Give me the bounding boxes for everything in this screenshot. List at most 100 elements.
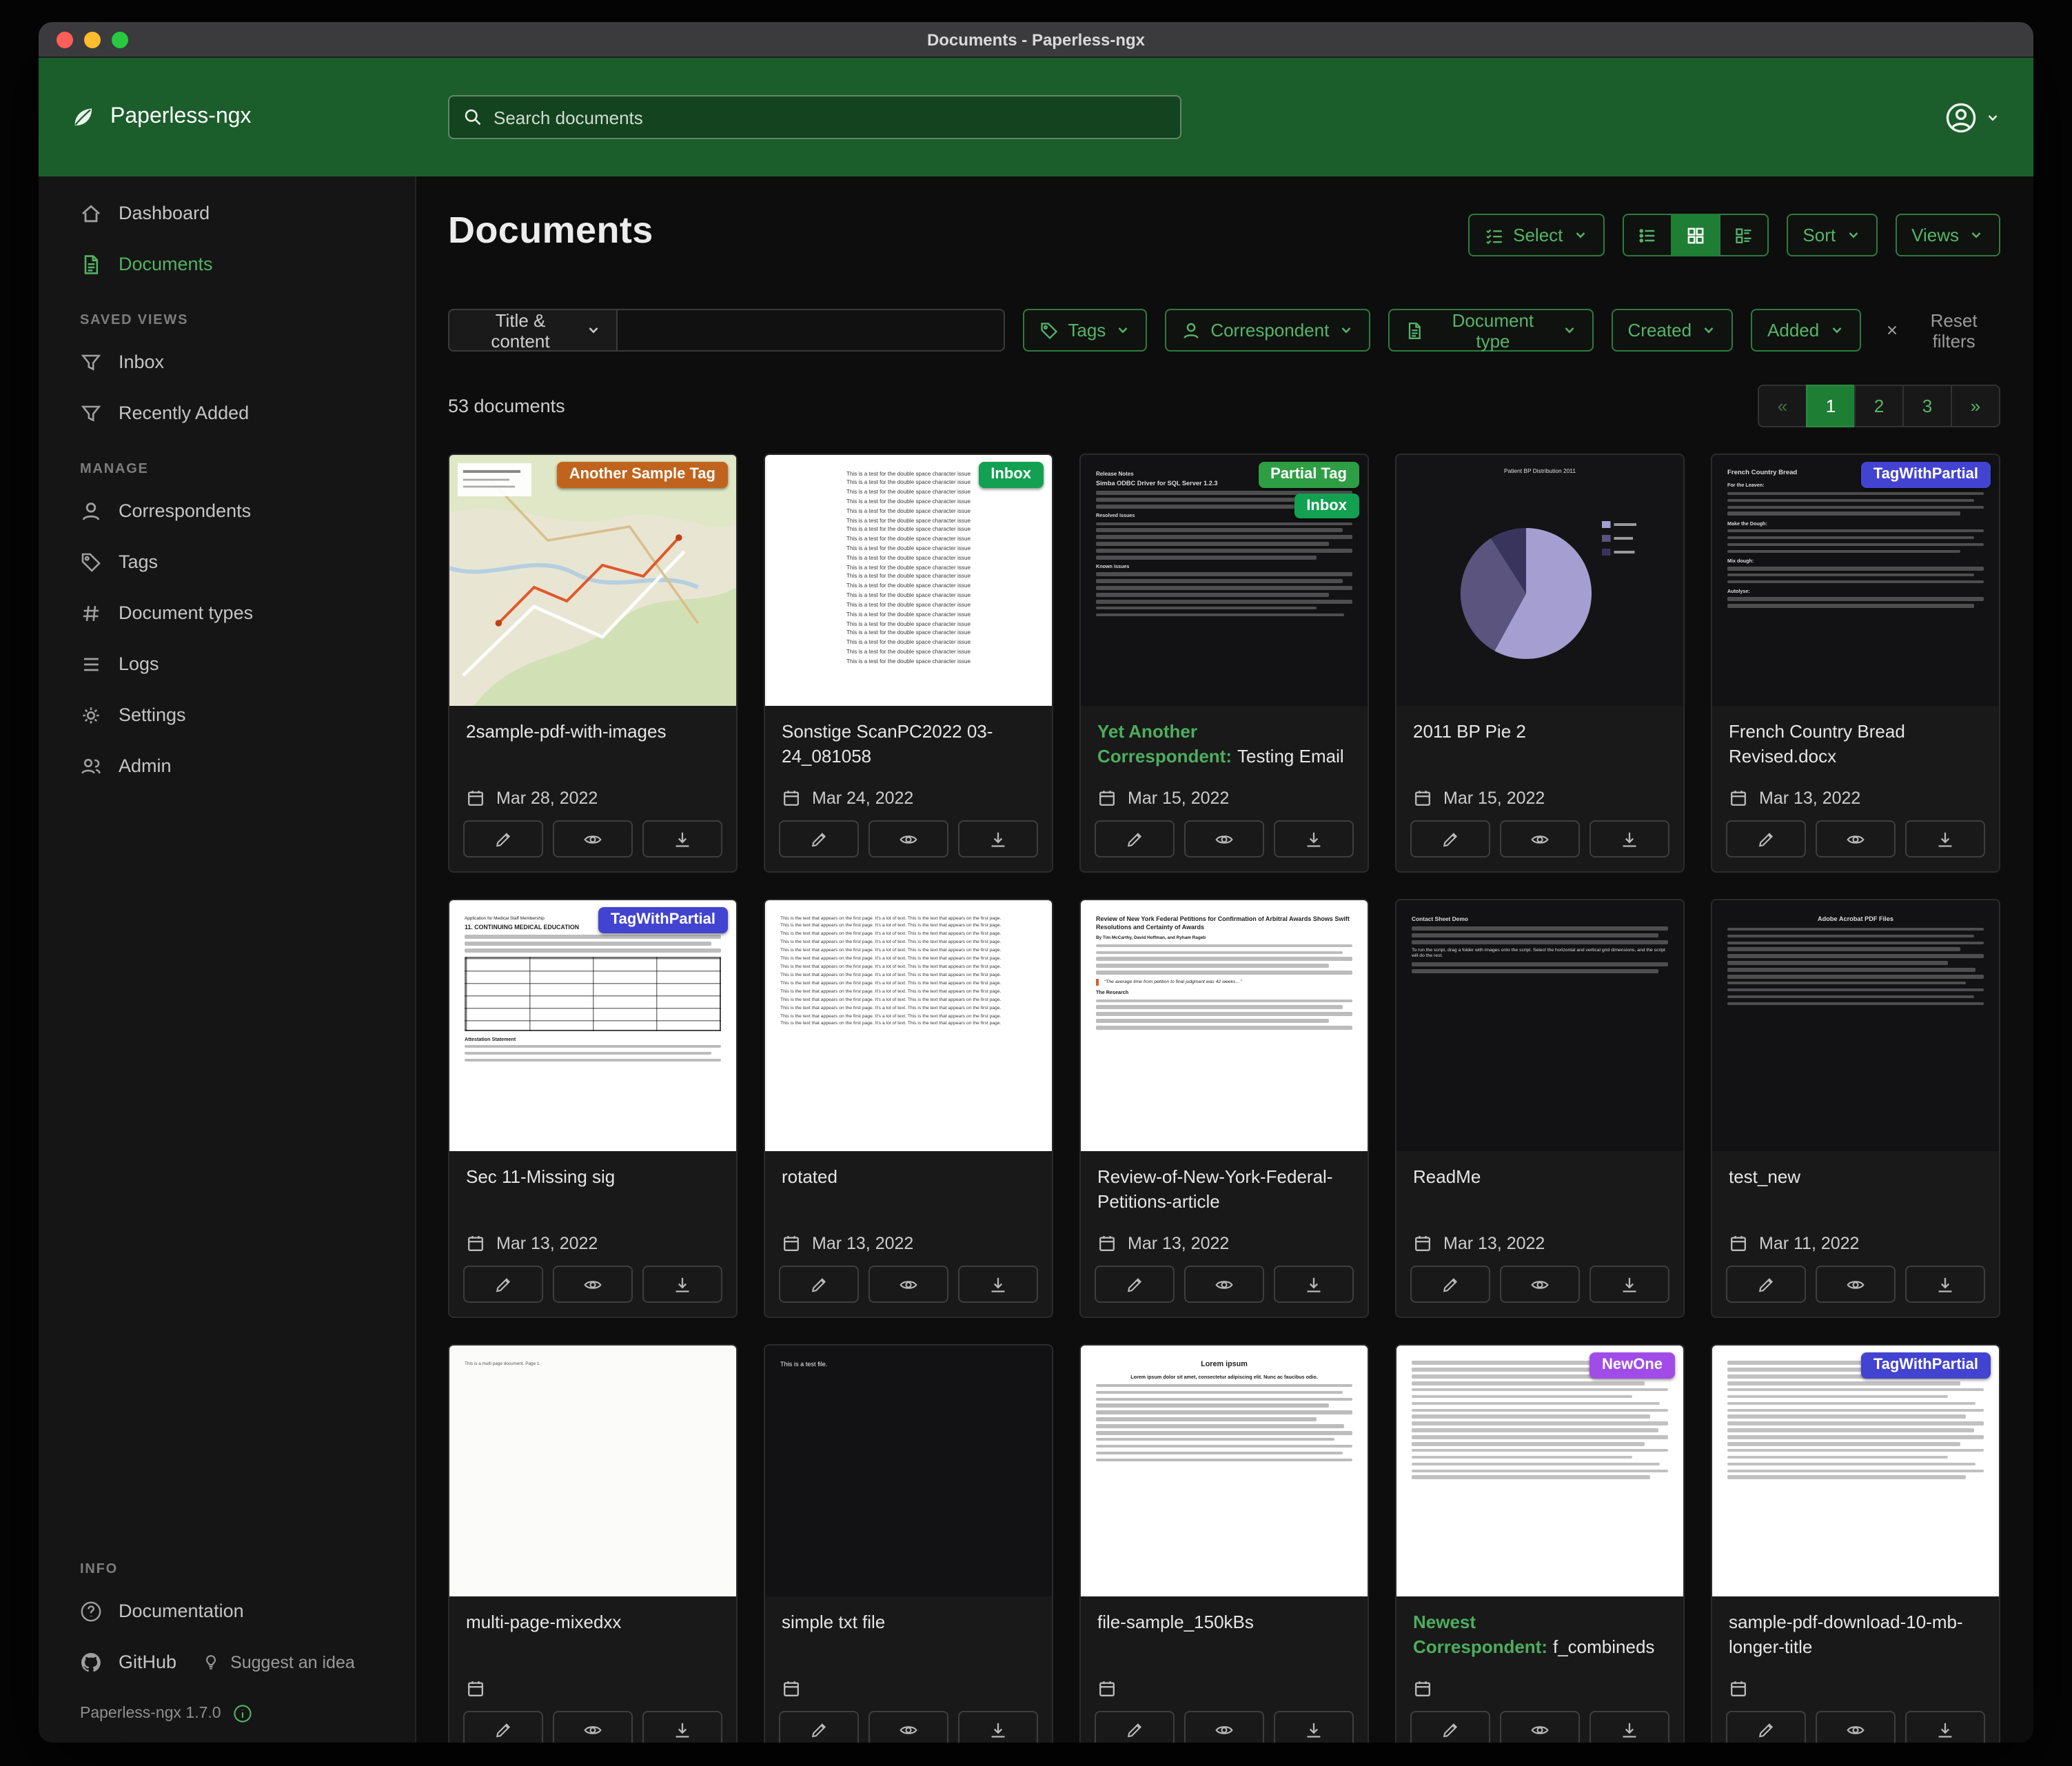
tag-badge[interactable]: Inbox [1294, 493, 1359, 518]
views-button[interactable]: Views [1895, 214, 2000, 256]
card-thumbnail[interactable]: NewOne [1396, 1346, 1683, 1596]
document-card[interactable]: Patient BP Distribution 2011 2011 BP Pie… [1395, 454, 1685, 873]
brand[interactable]: Paperless-ngx [39, 103, 448, 131]
view-document-button[interactable] [553, 1711, 633, 1743]
download-document-button[interactable] [1589, 1711, 1669, 1743]
document-title[interactable]: multi-page-mixedxx [466, 1610, 720, 1661]
card-thumbnail[interactable]: This is the text that appears on the fir… [765, 900, 1052, 1151]
download-document-button[interactable] [958, 1711, 1038, 1743]
document-title[interactable]: Sec 11-Missing sig [466, 1165, 720, 1216]
card-thumbnail[interactable]: This is a test file. [765, 1346, 1052, 1596]
view-document-button[interactable] [869, 1266, 948, 1303]
card-thumbnail[interactable]: Lorem ipsumLorem ipsum dolor sit amet, c… [1081, 1346, 1368, 1596]
sidebar-item-recently-added[interactable]: Recently Added [39, 387, 415, 438]
view-document-button[interactable] [1500, 1266, 1580, 1303]
view-document-button[interactable] [869, 820, 948, 857]
document-card[interactable]: Contact Sheet DemoTo run the script, dra… [1395, 899, 1685, 1318]
download-document-button[interactable] [1274, 1266, 1354, 1303]
download-document-button[interactable] [958, 820, 1038, 857]
document-title[interactable]: rotated [782, 1165, 1035, 1216]
document-title[interactable]: Newest Correspondent:f_combineds [1413, 1610, 1667, 1661]
edit-document-button[interactable] [1095, 1711, 1175, 1743]
tag-badge[interactable]: Another Sample Tag [557, 462, 728, 487]
created-filter-button[interactable]: Created [1612, 309, 1734, 352]
edit-document-button[interactable] [1095, 1266, 1175, 1303]
document-title[interactable]: French Country Bread Revised.docx [1729, 720, 1982, 771]
tag-badge[interactable]: Inbox [978, 462, 1044, 487]
view-document-button[interactable] [553, 820, 633, 857]
user-menu[interactable] [1945, 101, 2033, 133]
added-filter-button[interactable]: Added [1751, 309, 1860, 352]
tag-badge[interactable]: TagWithPartial [1861, 462, 1991, 487]
document-type-filter-button[interactable]: Document type [1388, 309, 1593, 352]
sidebar-item-correspondents[interactable]: Correspondents [39, 485, 415, 536]
edit-document-button[interactable] [463, 1266, 543, 1303]
edit-document-button[interactable] [1726, 820, 1806, 857]
download-document-button[interactable] [1905, 820, 1985, 857]
download-document-button[interactable] [1589, 820, 1669, 857]
sidebar-item-logs[interactable]: Logs [39, 638, 415, 689]
view-document-button[interactable] [1500, 820, 1580, 857]
card-thumbnail[interactable]: This is a test for the double space char… [765, 455, 1052, 706]
edit-document-button[interactable] [463, 1711, 543, 1743]
minimize-window-button[interactable] [84, 31, 101, 48]
correspondent-filter-button[interactable]: Correspondent [1165, 309, 1370, 352]
edit-document-button[interactable] [779, 820, 859, 857]
close-window-button[interactable] [57, 31, 73, 48]
edit-document-button[interactable] [779, 1266, 859, 1303]
document-card[interactable]: This is a multi page document. Page 1. m… [448, 1344, 738, 1743]
document-title[interactable]: 2011 BP Pie 2 [1413, 720, 1667, 771]
sidebar-item-github[interactable]: GitHub [39, 1636, 176, 1687]
download-document-button[interactable] [1589, 1266, 1669, 1303]
sidebar-item-settings[interactable]: Settings [39, 689, 415, 740]
pagination-page-2[interactable]: 2 [1854, 385, 1904, 427]
document-card[interactable]: French Country BreadFor the Leaven:Make … [1711, 454, 2000, 873]
suggest-idea-link[interactable]: Suggest an idea [201, 1652, 355, 1672]
tags-filter-button[interactable]: Tags [1022, 309, 1147, 352]
document-card[interactable]: This is a test for the double space char… [764, 454, 1053, 873]
document-title[interactable]: Yet Another Correspondent:Testing Email [1097, 720, 1351, 771]
sidebar-item-tags[interactable]: Tags [39, 536, 415, 587]
sidebar-item-admin[interactable]: Admin [39, 740, 415, 791]
info-icon[interactable] [234, 1704, 253, 1723]
pagination-page-1[interactable]: 1 [1806, 385, 1856, 427]
document-title[interactable]: Review-of-New-York-Federal-Petitions-art… [1097, 1165, 1351, 1216]
document-title[interactable]: sample-pdf-download-10-mb-longer-title [1729, 1610, 1982, 1661]
document-card[interactable]: Another Sample Tag 2sample-pdf-with-imag… [448, 454, 738, 873]
document-title[interactable]: file-sample_150kBs [1097, 1610, 1351, 1661]
document-card[interactable]: This is the text that appears on the fir… [764, 899, 1053, 1318]
view-document-button[interactable] [1816, 820, 1896, 857]
pagination-next[interactable]: » [1951, 385, 2000, 427]
tag-badge[interactable]: Partial Tag [1258, 462, 1359, 487]
download-document-button[interactable] [642, 1711, 722, 1743]
card-thumbnail[interactable]: Another Sample Tag [449, 455, 736, 706]
document-title[interactable]: ReadMe [1413, 1165, 1667, 1216]
view-details-button[interactable] [1718, 214, 1768, 256]
edit-document-button[interactable] [1410, 1266, 1490, 1303]
document-correspondent[interactable]: Newest Correspondent: [1413, 1612, 1547, 1656]
search-input[interactable] [494, 107, 1166, 128]
download-document-button[interactable] [1274, 1711, 1354, 1743]
download-document-button[interactable] [1274, 820, 1354, 857]
document-correspondent[interactable]: Yet Another Correspondent: [1097, 721, 1232, 766]
pagination-prev[interactable]: « [1758, 385, 1807, 427]
card-thumbnail[interactable]: Release NotesSimba ODBC Driver for SQL S… [1081, 455, 1368, 706]
sidebar-item-documentation[interactable]: Documentation [39, 1585, 415, 1636]
view-grid-button[interactable] [1670, 214, 1720, 256]
document-title[interactable]: Sonstige ScanPC2022 03-24_081058 [782, 720, 1035, 771]
title-content-input[interactable] [616, 309, 1004, 352]
view-document-button[interactable] [1184, 1711, 1264, 1743]
card-thumbnail[interactable]: Review of New York Federal Petitions for… [1081, 900, 1368, 1151]
edit-document-button[interactable] [1726, 1266, 1806, 1303]
download-document-button[interactable] [642, 1266, 722, 1303]
view-list-button[interactable] [1622, 214, 1672, 256]
reset-filters-button[interactable]: Reset filters [1884, 309, 2000, 351]
sidebar-item-inbox[interactable]: Inbox [39, 336, 415, 387]
card-thumbnail[interactable]: This is a multi page document. Page 1. [449, 1346, 736, 1596]
tag-badge[interactable]: NewOne [1589, 1352, 1675, 1378]
card-thumbnail[interactable]: Contact Sheet DemoTo run the script, dra… [1396, 900, 1683, 1151]
view-document-button[interactable] [1184, 820, 1264, 857]
document-card[interactable]: Lorem ipsumLorem ipsum dolor sit amet, c… [1079, 1344, 1369, 1743]
edit-document-button[interactable] [1726, 1711, 1806, 1743]
view-document-button[interactable] [1500, 1711, 1580, 1743]
